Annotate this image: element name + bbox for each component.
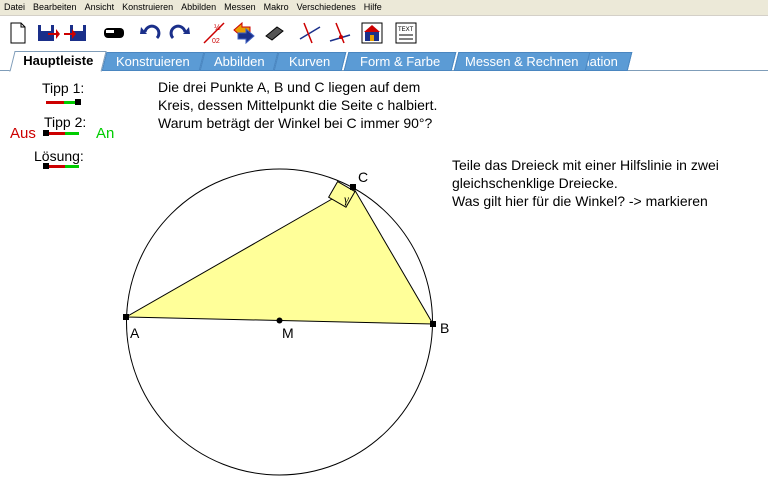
point-m-marker[interactable] [276,317,283,324]
point-b-label: B [440,320,449,336]
point-c-label: C [358,169,368,185]
point-c-marker[interactable] [350,184,356,190]
point-a-marker[interactable] [123,314,129,320]
point-b-marker[interactable] [430,321,436,327]
point-m-label: M [282,325,294,341]
point-a-label: A [130,325,140,341]
angle-gamma-label: γ [344,192,349,206]
geometry-canvas[interactable]: γ A B C M [0,0,768,500]
triangle-abc[interactable] [124,186,434,325]
